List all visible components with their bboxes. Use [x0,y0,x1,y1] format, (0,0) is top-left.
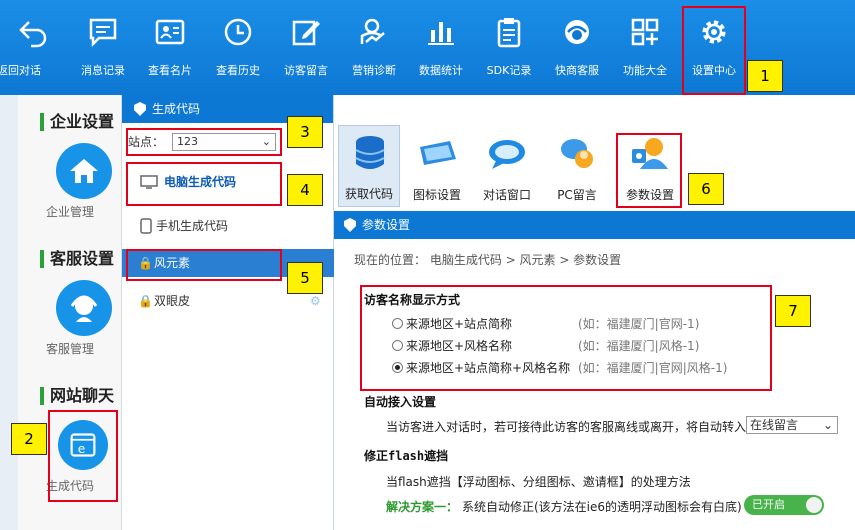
card-icon [155,19,185,45]
tab-label: 对话窗口 [482,188,531,202]
tab-label: 图标设置 [412,188,461,202]
tab-icon-settings[interactable]: 图标设置 [404,125,470,207]
section-title-web-chat: 网站聊天 [40,387,114,405]
phone-icon [140,218,152,234]
toggle-knob [806,497,822,513]
highlight-station [126,128,282,156]
highlight-feng-yuansu [126,249,282,281]
chevron-down-icon: ⌄ [822,418,833,432]
toolbar-label: 返回对话 [0,64,41,77]
bar-chart-icon [428,22,454,45]
tab-chat-window[interactable]: 对话窗口 [474,125,540,207]
toggle-label: 已开启 [752,498,785,511]
tab-label: PC留言 [557,188,597,202]
database-icon [355,136,385,169]
headset-icon [565,20,589,44]
diagnosis-icon [360,18,385,44]
toolbar-label: 访客留言 [284,64,328,77]
marker-2: 2 [11,423,47,455]
toolbar-visitor-message[interactable]: 访客留言 [273,0,339,95]
auto-access-text: 当访客进入对话时，若可接待此访客的客服离线或离开，将自动转入 [386,420,747,434]
enterprise-manage-label: 企业管理 [45,205,94,219]
auto-transfer-select[interactable]: 在线留言 ⌄ [746,416,838,434]
code-panel-title: 生成代码 [152,102,201,116]
breadcrumb: 现在的位置： 电脑生成代码 > 风元素 > 参数设置 [354,253,622,267]
enterprise-manage-button[interactable] [56,143,112,199]
lock-icon: 🔒 [138,294,153,308]
menu-item-mobile-code[interactable]: 手机生成代码 [122,209,334,243]
toolbar-label: 查看历史 [216,64,260,77]
toolbar-kuaishang-service[interactable]: 快商客服 [544,0,610,95]
shield-icon [344,218,356,232]
clipboard-icon [497,18,521,48]
settings-header: 参数设置 [334,211,855,239]
menu-item-label: 手机生成代码 [156,219,229,233]
flash-fix-toggle[interactable]: 已开启 [744,495,824,515]
toolbar-label: 消息记录 [81,64,125,77]
grid-plus-icon [631,18,659,46]
code-panel: 生成代码 站点： 123 ⌄ 电脑生成代码 手机生成代码 🔒 风元素 🔒 双眼皮 … [122,95,334,530]
auto-access-title: 自动接入设置 [364,395,437,409]
auto-transfer-value: 在线留言 [750,418,799,432]
highlight-generate-code [48,410,118,502]
return-arrow-icon [19,21,47,48]
solution-text: 系统自动修正(该方法在ie6的透明浮动图标会有白底) [462,500,742,514]
toolbar-sdk-log[interactable]: SDK记录 [476,0,542,95]
settings-title: 参数设置 [362,218,411,232]
marker-5: 5 [287,262,323,294]
toolbar-marketing-diagnosis[interactable]: 营销诊断 [341,0,407,95]
highlight-visitor-name [360,285,772,391]
toolbar-label: 功能大全 [623,64,667,77]
clock-icon [224,18,252,46]
shield-icon [134,102,146,116]
toolbar-return-chat[interactable]: 返回对话 [0,0,66,95]
service-manage-button[interactable] [56,280,112,336]
toolbar-label: 数据统计 [419,64,463,77]
menu-item-label: 双眼皮 [154,294,191,308]
marker-6: 6 [688,173,724,205]
pc-message-icon [561,139,593,168]
marker-4: 4 [287,174,323,206]
toolbar-message-log[interactable]: 消息记录 [70,0,136,95]
tab-get-code[interactable]: 获取代码 [338,125,400,207]
edit-icon [292,20,320,46]
toolbar-label: 查看名片 [148,64,192,77]
marker-3: 3 [287,116,323,148]
chat-bubble-icon [489,140,525,169]
toolbar-label: 快商客服 [555,64,599,77]
highlight-settings-center [682,6,746,95]
toolbar-view-card[interactable]: 查看名片 [137,0,203,95]
solution-label: 解决方案一： [386,500,459,514]
message-icon [89,18,117,48]
service-manage-label: 客服管理 [45,342,94,356]
toolbar-view-history[interactable]: 查看历史 [205,0,271,95]
marker-1: 1 [747,60,783,92]
tab-label: 获取代码 [344,187,393,201]
marker-7: 7 [775,295,811,327]
flash-text: 当flash遮挡【浮动图标、分组图标、邀请框】的处理方法 [386,475,691,489]
tab-pc-message[interactable]: PC留言 [544,125,610,207]
toolbar-label: 营销诊断 [352,64,396,77]
agent-icon [70,295,98,322]
highlight-param-settings [616,133,682,208]
section-title-service: 客服设置 [40,250,114,268]
toolbar-data-stats[interactable]: 数据统计 [408,0,474,95]
highlight-pc-code [126,162,282,206]
toolbar-all-features[interactable]: 功能大全 [612,0,678,95]
toolbar-label: SDK记录 [486,64,532,77]
flash-title: 修正flash遮挡 [364,449,449,463]
home-icon [70,159,98,183]
section-title-enterprise: 企业设置 [40,113,114,131]
left-edge [0,95,18,530]
icon-settings-icon [420,141,456,165]
